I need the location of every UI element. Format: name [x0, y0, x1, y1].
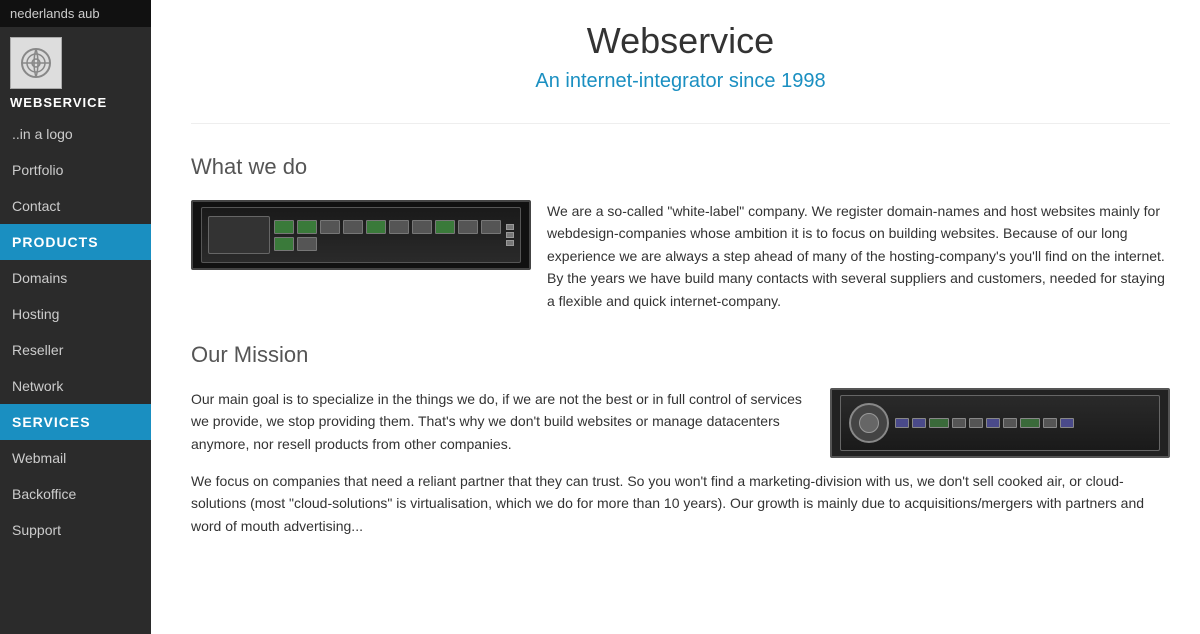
sidebar-item-domains[interactable]: Domains: [0, 260, 151, 296]
drive: [274, 220, 294, 234]
what-we-do-text: We are a so-called "white-label" company…: [547, 200, 1170, 312]
main-content: Webservice An internet-integrator since …: [151, 0, 1200, 634]
our-mission-heading: Our Mission: [191, 342, 1170, 368]
services-section-header: SERVICES: [0, 404, 151, 440]
sidebar-item-webmail[interactable]: Webmail: [0, 440, 151, 476]
drive: [366, 220, 386, 234]
fan-inner: [859, 413, 879, 433]
drive: [481, 220, 501, 234]
sidebar-item-contact[interactable]: Contact: [0, 188, 151, 224]
sidebar: nederlands aub WEBSERVICE ..in a logo Po…: [0, 0, 151, 634]
site-name: WEBSERVICE: [10, 95, 107, 110]
our-mission-section: Our Mission Our main goal is to speciali…: [191, 342, 1170, 537]
drive: [343, 220, 363, 234]
what-we-do-content: We are a so-called "white-label" company…: [191, 200, 1170, 312]
sidebar-item-network[interactable]: Network: [0, 368, 151, 404]
drive: [435, 220, 455, 234]
server-unit-2: [840, 395, 1160, 451]
sidebar-item-reseller[interactable]: Reseller: [0, 332, 151, 368]
mission-content: Our main goal is to specialize in the th…: [191, 388, 1170, 458]
site-logo[interactable]: [10, 37, 62, 89]
back-port: [986, 418, 1000, 428]
back-port: [912, 418, 926, 428]
sidebar-item-hosting[interactable]: Hosting: [0, 296, 151, 332]
server-unit-1: [201, 207, 521, 263]
sidebar-item-in-a-logo[interactable]: ..in a logo: [0, 116, 151, 152]
page-title: Webservice: [191, 20, 1170, 62]
mission-text-1: Our main goal is to specialize in the th…: [191, 388, 814, 455]
products-section-header: PRODUCTS: [0, 224, 151, 260]
port: [506, 240, 514, 246]
drive: [274, 237, 294, 251]
drive: [320, 220, 340, 234]
port: [506, 232, 514, 238]
back-port: [929, 418, 949, 428]
server-image-2: [830, 388, 1170, 458]
page-subtitle: An internet-integrator since 1998: [191, 70, 1170, 93]
server-drives: [274, 220, 502, 251]
back-port: [1060, 418, 1074, 428]
mission-text-2: We focus on companies that need a relian…: [191, 470, 1170, 537]
what-we-do-section: What we do: [191, 154, 1170, 312]
server-image-1: [191, 200, 531, 270]
what-we-do-heading: What we do: [191, 154, 1170, 180]
sidebar-item-backoffice[interactable]: Backoffice: [0, 476, 151, 512]
back-ports: [895, 418, 1151, 428]
back-port: [1020, 418, 1040, 428]
drive: [297, 237, 317, 251]
sidebar-item-support[interactable]: Support: [0, 512, 151, 548]
back-port: [1043, 418, 1057, 428]
sidebar-item-portfolio[interactable]: Portfolio: [0, 152, 151, 188]
server-ports: [506, 224, 514, 246]
back-port: [969, 418, 983, 428]
drive: [297, 220, 317, 234]
back-port: [895, 418, 909, 428]
logo-area: WEBSERVICE: [0, 27, 151, 116]
drive: [458, 220, 478, 234]
page-header: Webservice An internet-integrator since …: [191, 0, 1170, 124]
drive: [389, 220, 409, 234]
logo-icon: [18, 45, 54, 81]
back-port: [1003, 418, 1017, 428]
server-fan: [849, 403, 889, 443]
back-port: [952, 418, 966, 428]
port: [506, 224, 514, 230]
drive: [412, 220, 432, 234]
language-toggle[interactable]: nederlands aub: [0, 0, 151, 27]
